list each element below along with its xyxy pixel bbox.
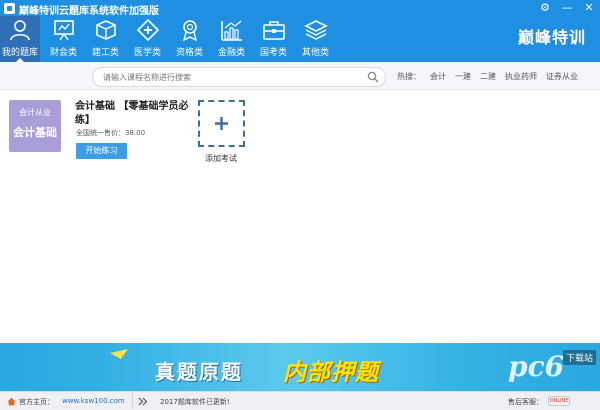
nav-label: 其他类 xyxy=(301,48,329,58)
my-bank-content: 会计从业 会计基础 会计基础 【零基础学员必练】 全国统一售价：38.00 开始… xyxy=(0,91,600,343)
watermark: pc6 下载站 xyxy=(508,346,596,388)
app-header: 巅峰特训云题库系统软件加强版 ⚙ — ✕ 我的题库 财会类 建工类 医学类 资格… xyxy=(0,0,600,62)
medical-cross-icon xyxy=(136,19,160,41)
home-icon xyxy=(7,397,16,406)
hot-search-label: 热搜： xyxy=(397,72,421,81)
online-support-icon[interactable]: ONLINE xyxy=(548,396,570,406)
homepage-label: 官方主页： xyxy=(19,398,54,406)
watermark-text: pc6 xyxy=(508,350,565,383)
nav-item-accounting[interactable]: 财会类 xyxy=(45,16,82,62)
search-box xyxy=(92,67,386,87)
layers-icon xyxy=(303,19,328,41)
nav-item-civil-service[interactable]: 国考类 xyxy=(255,16,292,62)
app-title: 巅峰特训云题库系统软件加强版 xyxy=(19,6,159,17)
nav-label: 财会类 xyxy=(49,48,77,58)
person-icon xyxy=(8,19,32,41)
app-logo-icon xyxy=(4,3,15,14)
nav-item-other[interactable]: 其他类 xyxy=(297,16,334,62)
minimize-button[interactable]: — xyxy=(560,1,574,15)
watermark-badge: 下载站 xyxy=(562,350,596,365)
nav-label: 国考类 xyxy=(259,48,287,58)
nav-label: 建工类 xyxy=(91,48,119,58)
divider xyxy=(132,393,133,409)
plus-icon xyxy=(214,116,229,131)
hot-search-item[interactable]: 二建 xyxy=(480,71,496,82)
update-message: 2017题库软件已更新! xyxy=(160,398,230,406)
hot-searches: 热搜： 会计 一建 二建 执业药师 证券从业 xyxy=(397,71,578,82)
brand-logo: 巅峰特训 xyxy=(517,28,586,47)
nav-item-my-bank[interactable]: 我的题库 xyxy=(0,16,40,62)
homepage-link[interactable]: www.ksw100.com xyxy=(62,397,125,405)
presentation-icon xyxy=(52,19,76,41)
cover-subtitle: 会计从业 xyxy=(19,108,51,117)
search-row: 热搜： 会计 一建 二建 执业药师 证券从业 xyxy=(0,62,600,90)
cover-title: 会计基础 xyxy=(13,126,57,139)
nav-label: 资格类 xyxy=(175,48,203,58)
nav-label: 医学类 xyxy=(133,48,161,58)
medal-icon xyxy=(178,19,202,41)
nav-label: 金融类 xyxy=(217,48,245,58)
close-button[interactable]: ✕ xyxy=(582,1,596,15)
briefcase-icon xyxy=(262,19,286,41)
nav-item-medical[interactable]: 医学类 xyxy=(129,16,166,62)
search-icon[interactable] xyxy=(367,71,379,83)
course-title: 会计基础 【零基础学员必练】 xyxy=(75,101,189,126)
add-exam-button[interactable] xyxy=(198,100,245,147)
double-chevron-right-icon xyxy=(138,397,148,406)
nav-item-construction[interactable]: 建工类 xyxy=(87,16,124,62)
hot-search-item[interactable]: 一建 xyxy=(455,71,471,82)
settings-icon[interactable]: ⚙ xyxy=(538,1,552,15)
status-bar: 官方主页： www.ksw100.com 2017题库软件已更新! 售后客服： … xyxy=(0,391,600,410)
bar-chart-icon xyxy=(220,19,244,41)
paper-plane-icon xyxy=(110,349,128,359)
nav-item-qualification[interactable]: 资格类 xyxy=(171,16,208,62)
nav-item-finance[interactable]: 金融类 xyxy=(213,16,250,62)
banner-text-highlight: 内部押题 xyxy=(283,360,379,386)
window-controls: ⚙ — ✕ xyxy=(538,1,596,15)
course-cover[interactable]: 会计从业 会计基础 xyxy=(9,100,61,152)
banner-text-primary: 真题原题 xyxy=(155,360,243,384)
add-exam-label: 添加考试 xyxy=(205,154,237,163)
hot-search-item[interactable]: 会计 xyxy=(430,71,446,82)
cube-icon xyxy=(94,19,118,41)
nav-label: 我的题库 xyxy=(1,48,38,58)
category-nav: 我的题库 财会类 建工类 医学类 资格类 金融类 国考类 其他类 xyxy=(0,16,334,62)
promo-banner[interactable]: 真题原题 内部押题 pc6 下载站 xyxy=(0,343,600,391)
support-label: 售后客服： xyxy=(508,398,543,406)
hot-search-item[interactable]: 执业药师 xyxy=(505,71,537,82)
search-input[interactable] xyxy=(103,68,363,86)
start-practice-button[interactable]: 开始练习 xyxy=(76,143,127,159)
course-price: 全国统一售价：38.00 xyxy=(76,129,146,137)
hot-search-item[interactable]: 证券从业 xyxy=(546,71,578,82)
